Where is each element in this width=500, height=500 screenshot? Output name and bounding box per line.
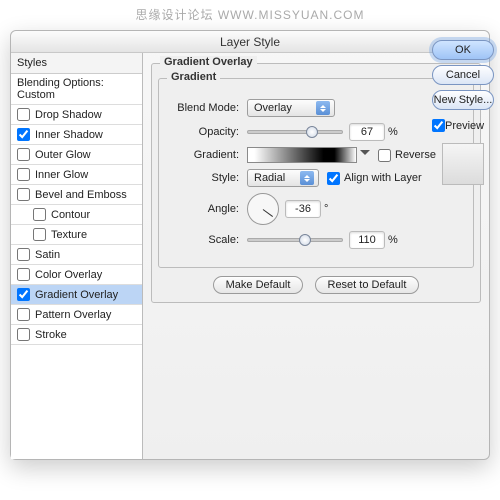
dialog-title: Layer Style (11, 31, 489, 53)
opacity-label: Opacity: (167, 126, 239, 138)
make-default-button[interactable]: Make Default (213, 276, 304, 294)
styles-sidebar: Styles Blending Options: Custom Drop Sha… (11, 53, 143, 459)
scale-slider[interactable] (247, 238, 343, 242)
preview-label: Preview (445, 120, 484, 132)
blending-options-row[interactable]: Blending Options: Custom (11, 74, 142, 105)
style-label: Bevel and Emboss (35, 189, 127, 201)
sidebar-header[interactable]: Styles (11, 53, 142, 74)
default-buttons-row: Make Default Reset to Default (158, 276, 474, 294)
preview-swatch (442, 143, 484, 185)
group-legend: Gradient Overlay (160, 56, 257, 68)
style-row-color-overlay[interactable]: Color Overlay (11, 265, 142, 285)
watermark-text: 思缘设计论坛 WWW.MISSYUAN.COM (0, 6, 500, 23)
right-button-column: OK Cancel New Style... Preview (432, 40, 494, 185)
scale-unit: % (388, 234, 398, 246)
style-row-texture[interactable]: Texture (11, 225, 142, 245)
opacity-slider[interactable] (247, 130, 343, 134)
style-label: Drop Shadow (35, 109, 102, 121)
style-label: Contour (51, 209, 90, 221)
style-label: Stroke (35, 329, 67, 341)
preview-row: Preview (432, 119, 494, 132)
opacity-thumb[interactable] (306, 126, 318, 138)
gradient-fieldset: Gradient Blend Mode: Overlay Opacity: 67… (158, 78, 474, 268)
blend-mode-label: Blend Mode: (167, 102, 239, 114)
scale-label: Scale: (167, 234, 239, 246)
opacity-input[interactable]: 67 (349, 123, 385, 141)
style-row-satin[interactable]: Satin (11, 245, 142, 265)
style-checkbox[interactable] (17, 128, 30, 141)
style-row-outer-glow[interactable]: Outer Glow (11, 145, 142, 165)
gradient-label: Gradient: (167, 149, 239, 161)
angle-dial[interactable] (247, 193, 279, 225)
style-checkbox[interactable] (17, 168, 30, 181)
style-checkbox[interactable] (17, 328, 30, 341)
blend-mode-select[interactable]: Overlay (247, 99, 335, 117)
style-label: Satin (35, 249, 60, 261)
gradient-swatch[interactable] (247, 147, 357, 163)
style-label: Inner Shadow (35, 129, 103, 141)
style-label: Outer Glow (35, 149, 91, 161)
align-checkbox[interactable] (327, 172, 340, 185)
gradient-dropdown-icon[interactable] (360, 150, 370, 160)
layer-style-dialog: Layer Style Styles Blending Options: Cus… (10, 30, 490, 460)
dropdown-icon (300, 171, 314, 185)
align-label: Align with Layer (344, 172, 422, 184)
style-label: Texture (51, 229, 87, 241)
style-checkbox[interactable] (17, 248, 30, 261)
style-checkbox[interactable] (17, 288, 30, 301)
style-row-gradient-overlay[interactable]: Gradient Overlay (11, 285, 142, 305)
style-checkbox[interactable] (33, 208, 46, 221)
reverse-checkbox[interactable] (378, 149, 391, 162)
style-row-drop-shadow[interactable]: Drop Shadow (11, 105, 142, 125)
style-row-contour[interactable]: Contour (11, 205, 142, 225)
style-row-pattern-overlay[interactable]: Pattern Overlay (11, 305, 142, 325)
style-select[interactable]: Radial (247, 169, 319, 187)
reverse-label: Reverse (395, 149, 436, 161)
style-checkbox[interactable] (17, 188, 30, 201)
style-checkbox[interactable] (17, 308, 30, 321)
dropdown-icon (316, 101, 330, 115)
scale-thumb[interactable] (299, 234, 311, 246)
angle-label: Angle: (167, 203, 239, 215)
cancel-button[interactable]: Cancel (432, 65, 494, 85)
new-style-button[interactable]: New Style... (432, 90, 494, 110)
angle-unit: ° (324, 203, 328, 215)
scale-input[interactable]: 110 (349, 231, 385, 249)
style-label: Color Overlay (35, 269, 102, 281)
style-checkbox[interactable] (33, 228, 46, 241)
angle-input[interactable]: -36 (285, 200, 321, 218)
style-checkbox[interactable] (17, 108, 30, 121)
style-checkbox[interactable] (17, 148, 30, 161)
style-row-stroke[interactable]: Stroke (11, 325, 142, 345)
ok-button[interactable]: OK (432, 40, 494, 60)
preview-checkbox[interactable] (432, 119, 445, 132)
dialog-content: Styles Blending Options: Custom Drop Sha… (11, 53, 489, 459)
reset-default-button[interactable]: Reset to Default (315, 276, 420, 294)
gradient-legend: Gradient (167, 71, 220, 83)
style-label: Pattern Overlay (35, 309, 111, 321)
style-row-inner-glow[interactable]: Inner Glow (11, 165, 142, 185)
style-row-bevel-and-emboss[interactable]: Bevel and Emboss (11, 185, 142, 205)
style-label: Gradient Overlay (35, 289, 118, 301)
style-label: Style: (167, 172, 239, 184)
style-row-inner-shadow[interactable]: Inner Shadow (11, 125, 142, 145)
opacity-unit: % (388, 126, 398, 138)
style-label: Inner Glow (35, 169, 88, 181)
blend-mode-value: Overlay (254, 102, 292, 114)
style-checkbox[interactable] (17, 268, 30, 281)
style-value: Radial (254, 172, 285, 184)
